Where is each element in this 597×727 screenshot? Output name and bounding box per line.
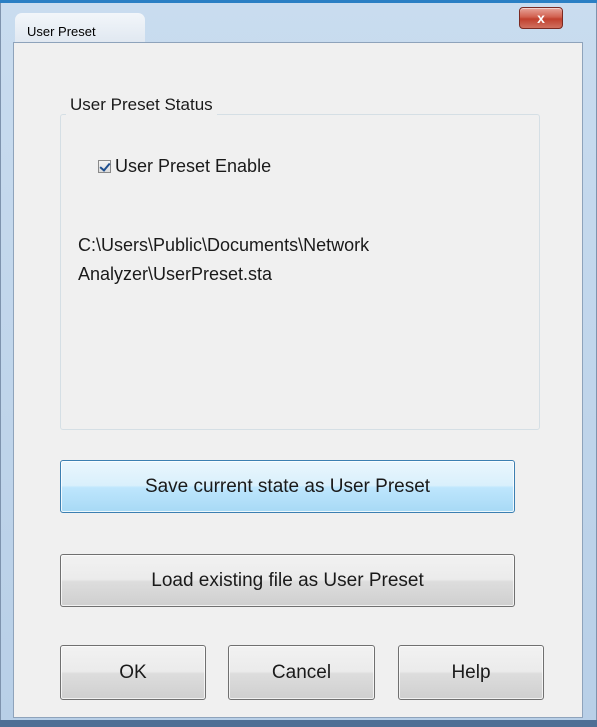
user-preset-enable-row[interactable]: User Preset Enable	[98, 156, 271, 177]
save-current-state-button[interactable]: Save current state as User Preset	[60, 460, 515, 513]
group-title: User Preset Status	[66, 95, 217, 115]
load-existing-file-button[interactable]: Load existing file as User Preset	[60, 554, 515, 607]
preset-file-path-line-2: Analyzer\UserPreset.sta	[78, 264, 273, 284]
help-button[interactable]: Help	[398, 645, 544, 700]
ok-button[interactable]: OK	[60, 645, 206, 700]
cancel-button[interactable]: Cancel	[228, 645, 375, 700]
preset-file-path: C:\Users\Public\Documents\Network Analyz…	[78, 231, 518, 289]
user-preset-enable-checkbox[interactable]	[98, 160, 111, 173]
user-preset-enable-label: User Preset Enable	[115, 156, 272, 176]
window-title: User Preset	[27, 24, 96, 39]
dialog-window: User Preset x User Preset Status User Pr…	[0, 3, 597, 727]
close-button[interactable]: x	[519, 7, 563, 29]
preset-file-path-line-1: C:\Users\Public\Documents\Network	[78, 235, 370, 255]
dialog-client-area: User Preset Status User Preset Enable C:…	[13, 42, 583, 718]
close-icon: x	[537, 10, 545, 26]
window-bottom-edge	[0, 720, 597, 727]
title-bar[interactable]: User Preset x	[1, 3, 596, 47]
